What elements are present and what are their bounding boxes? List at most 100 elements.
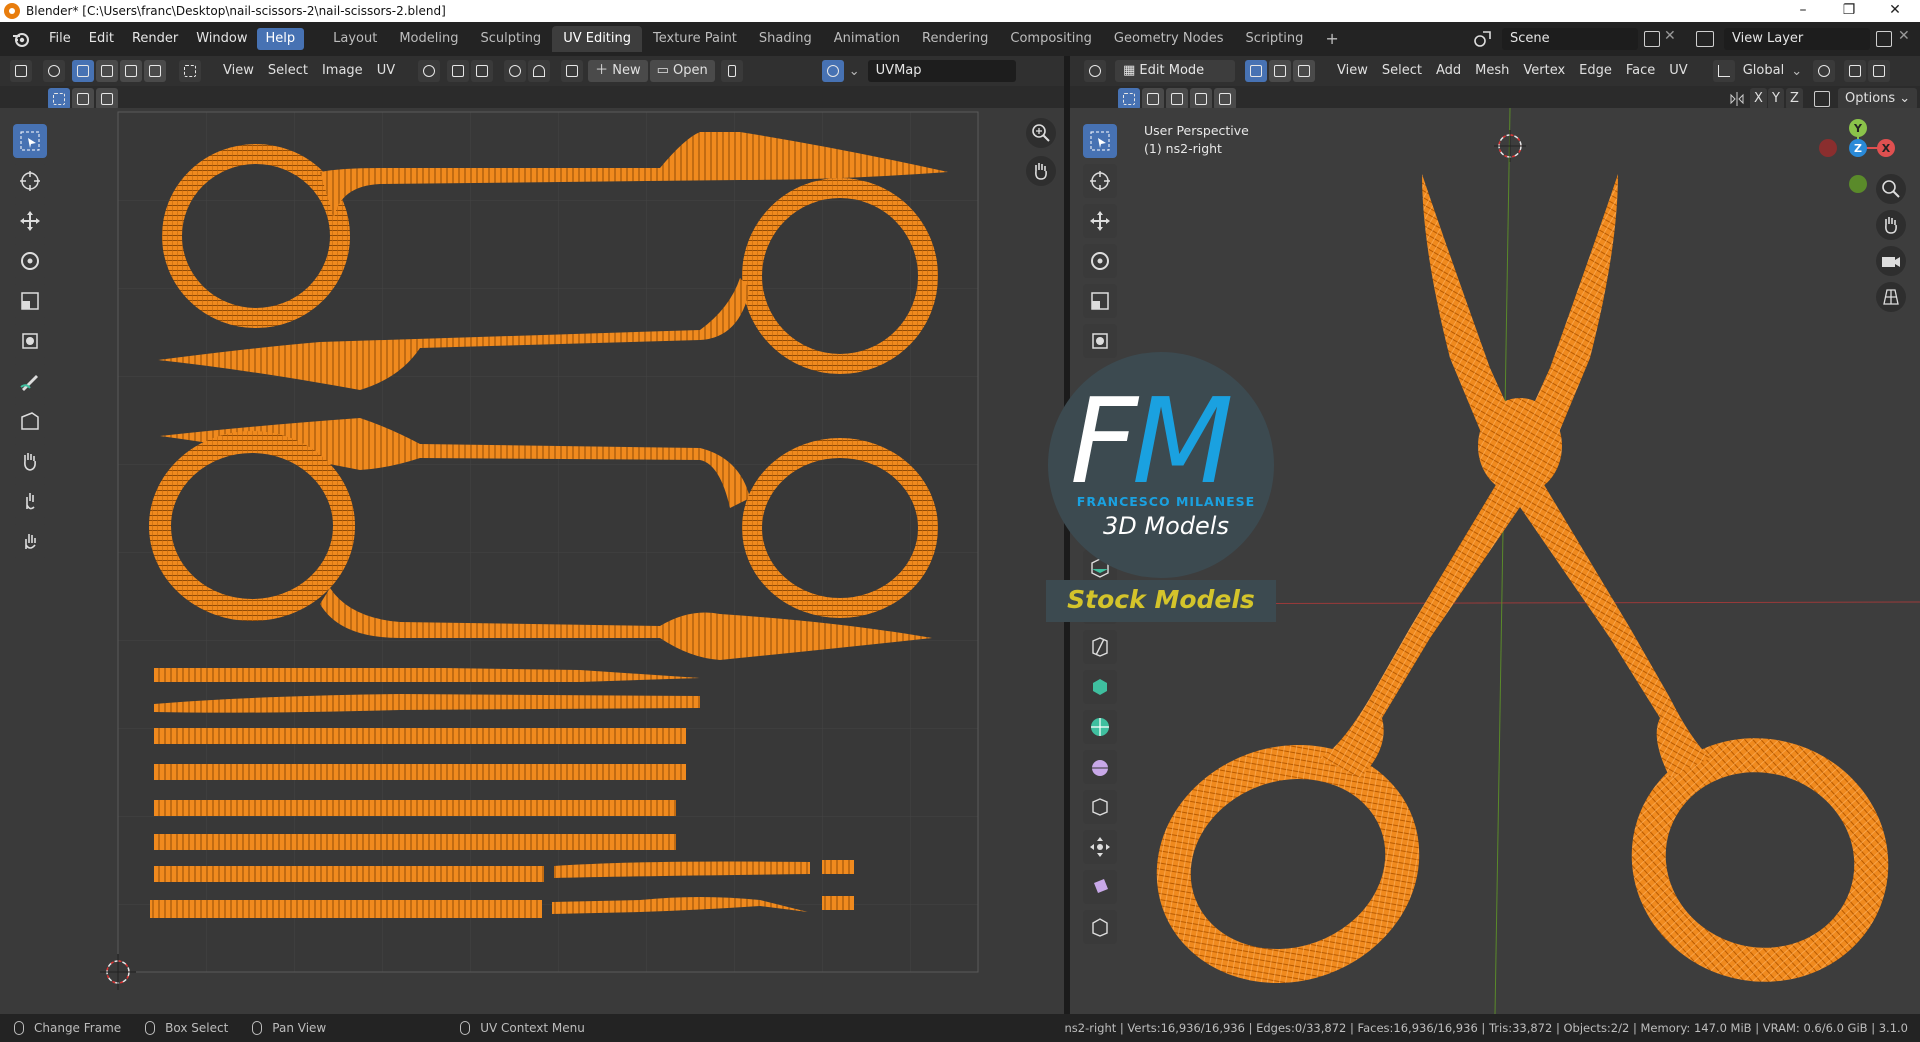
vp-zoom-icon[interactable]: [1876, 174, 1906, 204]
select-mode-new-icon[interactable]: [48, 88, 70, 110]
tab-animation[interactable]: Animation: [823, 26, 911, 52]
mirror-x-toggle[interactable]: X: [1750, 88, 1767, 110]
tab-layout[interactable]: Layout: [322, 26, 388, 52]
overlays-icon[interactable]: [821, 60, 844, 82]
menu-window[interactable]: Window: [187, 28, 256, 50]
vp-menu-edge[interactable]: Edge: [1572, 60, 1619, 82]
tab-modeling[interactable]: Modeling: [388, 26, 469, 52]
mirror-y-toggle[interactable]: Y: [1768, 88, 1784, 110]
new-scene-icon[interactable]: [1644, 31, 1660, 47]
camera-view-icon[interactable]: [1876, 246, 1906, 276]
tab-rendering[interactable]: Rendering: [911, 26, 999, 52]
remove-scene-icon[interactable]: ✕: [1664, 28, 1676, 44]
options-dropdown[interactable]: Options ⌄: [1838, 88, 1918, 110]
poly-build-tool-icon[interactable]: [1083, 670, 1117, 704]
falloff-icon[interactable]: [528, 60, 551, 82]
uvmap-field[interactable]: UVMap: [867, 60, 1016, 82]
vertex-select-icon[interactable]: [72, 60, 94, 82]
vp-cursor-tool-icon[interactable]: [1083, 164, 1117, 198]
uv-menu-select[interactable]: Select: [261, 60, 315, 82]
overlays-dropdown-icon[interactable]: ⌄: [849, 64, 860, 79]
vp-scale-tool-icon[interactable]: [1083, 284, 1117, 318]
perspective-toggle-icon[interactable]: [1876, 282, 1906, 312]
mode-dropdown[interactable]: ▦ Edit Mode: [1115, 60, 1235, 82]
rip-tool-icon[interactable]: [13, 404, 47, 438]
grab-tool-icon[interactable]: [13, 444, 47, 478]
vp-vertex-select-icon[interactable]: [1245, 60, 1267, 82]
select-box-tool-icon[interactable]: [13, 124, 47, 158]
tab-geometry-nodes[interactable]: Geometry Nodes: [1103, 26, 1235, 52]
vp-menu-mesh[interactable]: Mesh: [1468, 60, 1516, 82]
pinch-tool-icon[interactable]: [13, 524, 47, 558]
vp-select-difference-icon[interactable]: [1190, 88, 1212, 110]
minimize-button[interactable]: –: [1780, 0, 1826, 22]
transform-orientation-icon[interactable]: [1712, 60, 1735, 82]
vp-select-subtract-icon[interactable]: [1166, 88, 1188, 110]
uv-menu-view[interactable]: View: [216, 60, 261, 82]
menu-help[interactable]: Help: [256, 28, 305, 50]
shrink-fatten-tool-icon[interactable]: [1083, 830, 1117, 864]
vp-pivot-icon[interactable]: [1813, 60, 1836, 82]
pin-icon[interactable]: [720, 60, 743, 82]
vp-menu-add[interactable]: Add: [1429, 60, 1468, 82]
orientation-dropdown[interactable]: Global: [1736, 60, 1791, 82]
rotate-tool-icon[interactable]: [13, 244, 47, 278]
tab-sculpting[interactable]: Sculpting: [469, 26, 552, 52]
vp-menu-face[interactable]: Face: [1619, 60, 1662, 82]
open-image-button[interactable]: ▭ Open: [649, 60, 715, 82]
menu-edit[interactable]: Edit: [80, 28, 123, 50]
snap-target-icon[interactable]: [471, 60, 494, 82]
shear-tool-icon[interactable]: [1083, 870, 1117, 904]
vp-menu-vertex[interactable]: Vertex: [1516, 60, 1572, 82]
proportional-edit-icon[interactable]: [504, 60, 527, 82]
view-layer-icon[interactable]: [1696, 31, 1714, 47]
vp-snap-target-icon[interactable]: [1868, 60, 1891, 82]
move-tool-icon[interactable]: [13, 204, 47, 238]
menu-file[interactable]: File: [40, 28, 80, 50]
edge-slide-tool-icon[interactable]: [1083, 790, 1117, 824]
tab-scripting[interactable]: Scripting: [1235, 26, 1315, 52]
vp-edge-select-icon[interactable]: [1269, 60, 1291, 82]
auto-merge-icon[interactable]: [1814, 91, 1830, 107]
vp-face-select-icon[interactable]: [1293, 60, 1315, 82]
vp-menu-view[interactable]: View: [1330, 60, 1375, 82]
relax-tool-icon[interactable]: [13, 484, 47, 518]
mirror-icon[interactable]: [1728, 90, 1746, 108]
uv-menu-image[interactable]: Image: [315, 60, 370, 82]
vp-select-extend-icon[interactable]: [1142, 88, 1164, 110]
rip-region-tool-icon[interactable]: [1083, 910, 1117, 944]
vp-menu-select[interactable]: Select: [1375, 60, 1429, 82]
tab-shading[interactable]: Shading: [748, 26, 823, 52]
select-mode-subtract-icon[interactable]: [96, 88, 118, 110]
annotate-tool-icon[interactable]: [13, 364, 47, 398]
island-select-icon[interactable]: [144, 60, 166, 82]
remove-view-layer-icon[interactable]: ✕: [1898, 28, 1910, 44]
add-workspace-button[interactable]: +: [1314, 26, 1349, 52]
sticky-select-icon[interactable]: [179, 60, 201, 82]
uv-editor-canvas[interactable]: [0, 108, 1064, 1014]
snap-icon[interactable]: [447, 60, 470, 82]
vp-select-box-tool-icon[interactable]: [1083, 124, 1117, 158]
view-layer-field[interactable]: View Layer: [1724, 28, 1870, 50]
pan-view-icon[interactable]: [1026, 156, 1056, 186]
scene-field[interactable]: Scene: [1502, 28, 1638, 50]
tab-texture-paint[interactable]: Texture Paint: [642, 26, 748, 52]
close-window-button[interactable]: ✕: [1872, 0, 1918, 22]
editor-type-icon[interactable]: [10, 60, 32, 82]
vp-menu-uv[interactable]: UV: [1662, 60, 1694, 82]
spin-tool-icon[interactable]: [1083, 710, 1117, 744]
blender-menu-icon[interactable]: [12, 30, 30, 48]
uv-menu-uv[interactable]: UV: [370, 60, 402, 82]
scene-icon[interactable]: [1472, 28, 1496, 50]
vp-snap-icon[interactable]: [1844, 60, 1867, 82]
vp-move-tool-icon[interactable]: [1083, 204, 1117, 238]
vp-select-intersect-icon[interactable]: [1214, 88, 1236, 110]
new-image-button[interactable]: ＋ New: [588, 60, 648, 82]
pivot-point-icon[interactable]: [418, 60, 441, 82]
smooth-tool-icon[interactable]: [1083, 750, 1117, 784]
new-view-layer-icon[interactable]: [1876, 31, 1892, 47]
scale-tool-icon[interactable]: [13, 284, 47, 318]
edge-select-icon[interactable]: [96, 60, 118, 82]
tab-uv-editing[interactable]: UV Editing: [552, 26, 643, 52]
maximize-button[interactable]: ❐: [1826, 0, 1872, 22]
